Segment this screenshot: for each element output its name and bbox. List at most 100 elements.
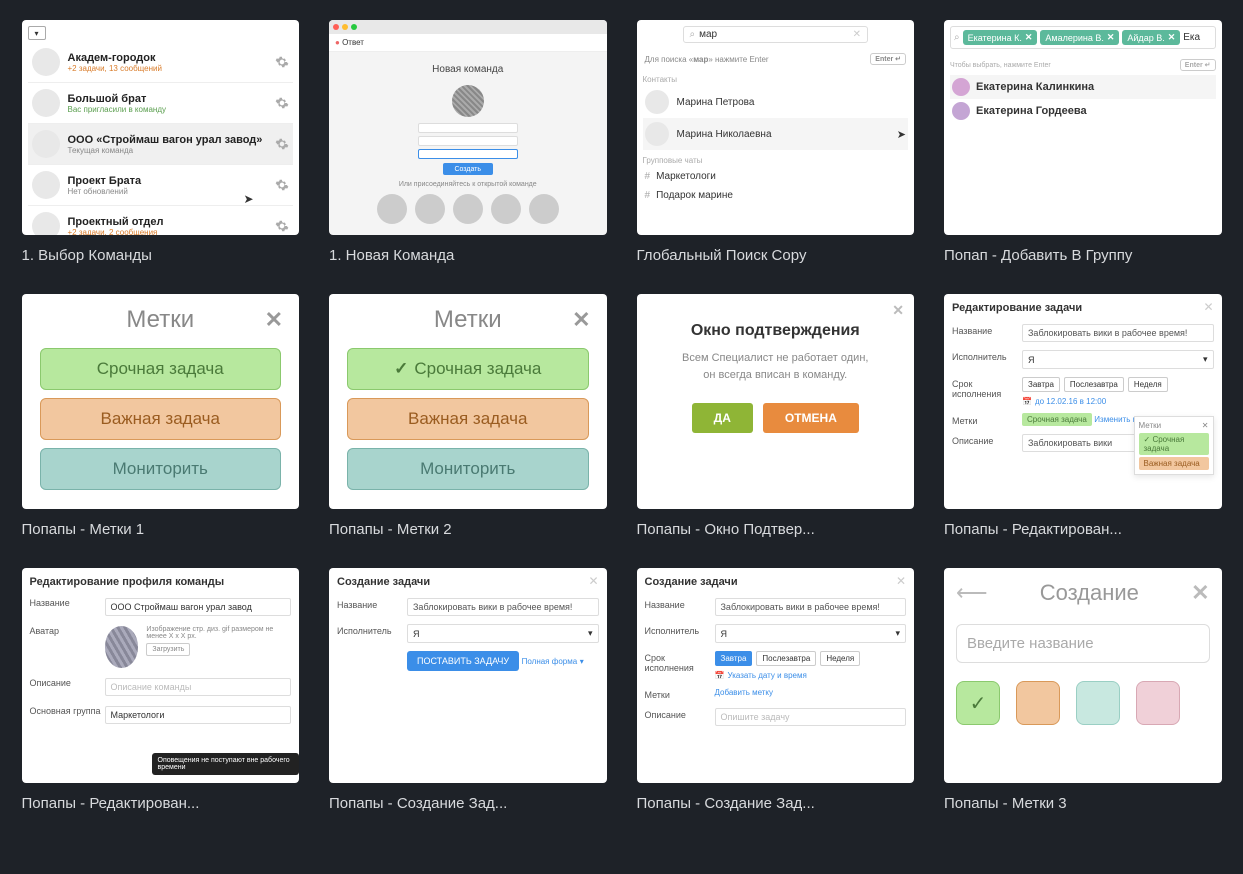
chip: Екатерина К.✕ <box>963 30 1038 45</box>
avatar <box>105 626 139 668</box>
name-input: ООО Строймаш вагон урал завод <box>105 598 292 616</box>
person-row: Екатерина Гордеева <box>950 99 1216 123</box>
color-swatch: ✓ <box>956 681 1000 725</box>
name-input: Заблокировать вики в рабочее время! <box>715 598 907 616</box>
card-create-task-short[interactable]: ✕ Создание задачи НазваниеЗаблокировать … <box>329 568 607 812</box>
thumb: ⟵ Создание ✕ Введите название ✓ <box>944 568 1222 783</box>
close-icon: ✕ <box>265 307 283 333</box>
group-select: Маркетологи <box>105 706 292 724</box>
team-row: Академ-городок+2 задачи, 13 сообщений <box>28 42 294 83</box>
desc-input: Описание команды <box>105 678 292 696</box>
card-labels-1[interactable]: Метки ✕ Срочная задача Важная задача Мони… <box>22 294 300 538</box>
exec-select: Я▾ <box>1022 350 1214 369</box>
label-pill: ✓Срочная задача <box>347 348 589 390</box>
card-team-select[interactable]: ▾ Академ-городок+2 задачи, 13 сообщенийБ… <box>22 20 300 264</box>
enter-badge: Enter ↵ <box>870 53 906 65</box>
close-icon: ✕ <box>572 307 590 333</box>
thumb: ⌕мар✕ Для поиска «мар» нажмите Enter Ent… <box>637 20 915 235</box>
thumb: Редактирование профиля команды НазваниеО… <box>22 568 300 783</box>
heading: Окно подтверждения <box>647 322 905 340</box>
multi-select-input: ⌕ Екатерина К.✕ Амалерина В.✕ Айдар В.✕ … <box>950 26 1216 49</box>
cancel-button: ОТМЕНА <box>763 403 859 433</box>
heading: Редактирование задачи <box>952 302 1214 314</box>
input <box>418 123 518 133</box>
thumb: ✕ Создание задачи НазваниеЗаблокировать … <box>637 568 915 783</box>
heading: Создание задачи <box>645 576 907 588</box>
calendar-icon: 📅 <box>715 671 725 680</box>
heading: Метки <box>126 306 194 334</box>
gear-icon <box>275 96 289 110</box>
thumb: ▾ Академ-городок+2 задачи, 13 сообщенийБ… <box>22 20 300 235</box>
card-edit-task[interactable]: ✕ Редактирование задачи НазваниеЗаблокир… <box>944 294 1222 538</box>
card-new-team[interactable]: ● Ответ Новая команда Создать Или присое… <box>329 20 607 264</box>
mockup-grid: ▾ Академ-городок+2 задачи, 13 сообщенийБ… <box>22 20 1222 812</box>
gear-icon <box>275 55 289 69</box>
close-icon: ✕ <box>588 574 598 588</box>
label-pill: Срочная задача <box>40 348 282 390</box>
heading: Создание задачи <box>337 576 599 588</box>
labels-popover: Метки✕ ✓ Срочная задача Важная задача <box>1134 416 1214 475</box>
thumb: Метки ✕ Срочная задача Важная задача Мони… <box>22 294 300 509</box>
enter-badge: Enter ↵ <box>1180 59 1216 71</box>
caption: Попапы - Создание Зад... <box>637 795 915 812</box>
calendar-icon: 📅 <box>1022 397 1032 406</box>
caption: Попапы - Окно Подтвер... <box>637 521 915 538</box>
gear-icon <box>275 178 289 192</box>
caption: Попап - Добавить В Группу <box>944 247 1222 264</box>
close-icon: ✕ <box>1203 300 1213 314</box>
tooltip: Оповещения не поступают вне рабочего вре… <box>152 753 300 775</box>
caption: 1. Новая Команда <box>329 247 607 264</box>
yes-button: ДА <box>692 403 753 433</box>
desc-input: Опишите задачу <box>715 708 907 726</box>
close-icon: ✕ <box>892 302 904 319</box>
back-icon: ⟵ <box>956 580 988 606</box>
name-input: Заблокировать вики в рабочее время! <box>407 598 599 616</box>
card-labels-3[interactable]: ⟵ Создание ✕ Введите название ✓ Попапы -… <box>944 568 1222 812</box>
caption: Попапы - Редактирован... <box>944 521 1222 538</box>
caption: 1. Выбор Команды <box>22 247 300 264</box>
card-add-to-group[interactable]: ⌕ Екатерина К.✕ Амалерина В.✕ Айдар В.✕ … <box>944 20 1222 264</box>
cursor-icon: ➤ <box>244 192 254 206</box>
upload-button: Загрузить <box>146 643 190 656</box>
check-icon: ✓ <box>394 359 408 379</box>
thumb: ● Ответ Новая команда Создать Или присое… <box>329 20 607 235</box>
app-brand: Ответ <box>342 38 364 47</box>
caption: Попапы - Редактирован... <box>22 795 300 812</box>
caption: Попапы - Метки 2 <box>329 521 607 538</box>
label-pill: Важная задача <box>40 398 282 440</box>
name-input: Заблокировать вики в рабочее время! <box>1022 324 1214 342</box>
group-row: #Маркетологи <box>643 167 909 186</box>
exec-select: Я▾ <box>715 624 907 643</box>
card-create-task-full[interactable]: ✕ Создание задачи НазваниеЗаблокировать … <box>637 568 915 812</box>
caption: Глобальный Поиск Copy <box>637 247 915 264</box>
label-pill: Мониторить <box>40 448 282 490</box>
dropdown-toggle: ▾ <box>28 26 46 40</box>
thumb: ✕ Редактирование задачи НазваниеЗаблокир… <box>944 294 1222 509</box>
input <box>418 136 518 146</box>
team-row: Проектный отдел+2 задачи, 2 сообщения <box>28 206 294 235</box>
person-row: Екатерина Калинкина <box>950 75 1216 99</box>
team-row: Большой братВас пригласили в команду <box>28 83 294 124</box>
color-swatch <box>1136 681 1180 725</box>
group-row: #Подарок марине <box>643 186 909 205</box>
team-row: ООО «Строймаш вагон урал завод»Текущая к… <box>28 124 294 165</box>
hint-text: Или присоединяйтесь к открытой команде <box>337 181 599 188</box>
label-pill: Мониторить <box>347 448 589 490</box>
thumb: ⌕ Екатерина К.✕ Амалерина В.✕ Айдар В.✕ … <box>944 20 1222 235</box>
submit-button: ПОСТАВИТЬ ЗАДАЧУ <box>407 651 519 671</box>
heading: Редактирование профиля команды <box>30 576 292 588</box>
heading: Новая команда <box>337 64 599 75</box>
input <box>418 149 518 159</box>
chip: Амалерина В.✕ <box>1040 30 1119 45</box>
card-edit-team-profile[interactable]: Редактирование профиля команды НазваниеО… <box>22 568 300 812</box>
heading: Создание <box>1040 580 1139 606</box>
card-confirm[interactable]: ✕ Окно подтверждения Всем Специалист не … <box>637 294 915 538</box>
add-label-link: Добавить метку <box>715 688 907 697</box>
full-form-link: Полная форма <box>522 657 578 666</box>
card-global-search[interactable]: ⌕мар✕ Для поиска «мар» нажмите Enter Ent… <box>637 20 915 264</box>
card-labels-2[interactable]: Метки✕ ✓Срочная задача Важная задача Мон… <box>329 294 607 538</box>
chip: Айдар В.✕ <box>1122 30 1180 45</box>
caption: Попапы - Метки 1 <box>22 521 300 538</box>
gear-icon <box>275 219 289 233</box>
gear-icon <box>275 137 289 151</box>
